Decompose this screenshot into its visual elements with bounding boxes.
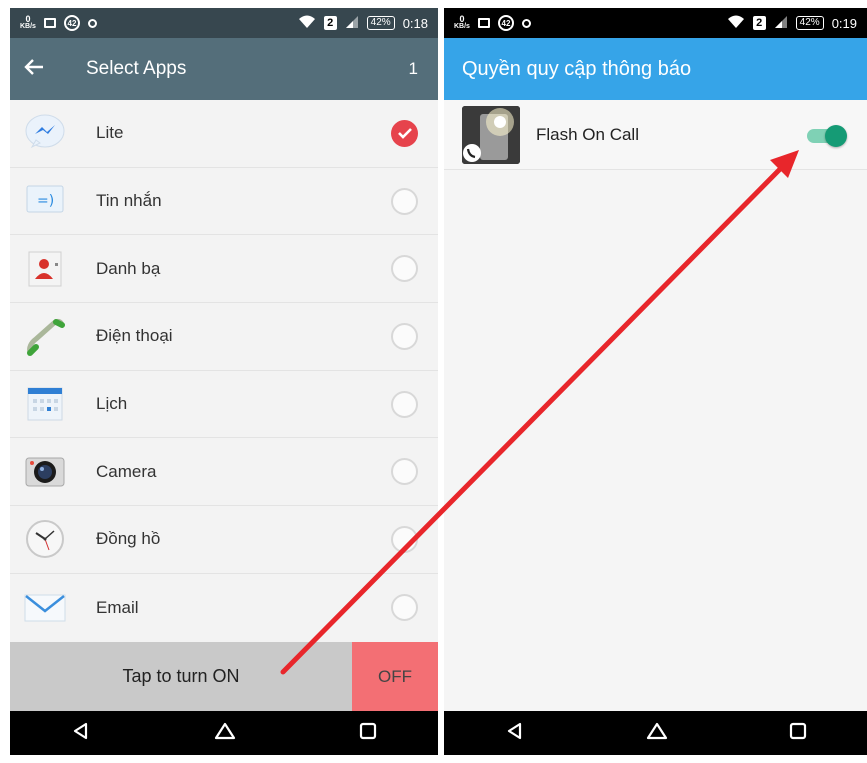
wifi-icon [298,15,316,32]
phone-icon [22,313,68,359]
sim-icon: 2 [323,16,337,30]
checkbox-unchecked[interactable] [391,458,418,486]
image-notification-icon [43,18,56,28]
app-row-email[interactable]: Email [10,574,438,642]
app-list: Lite =) Tin nhắn Danh bạ Điện thoại Lịch… [10,100,438,642]
selected-count: 1 [408,59,418,78]
app-label: Danh bạ [96,258,161,278]
app-bar: Select Apps 1 [10,38,438,100]
app-label: Email [96,597,139,617]
app-row-contacts[interactable]: Danh bạ [10,235,438,304]
permission-row-flash-on-call[interactable]: Flash On Call [444,100,867,170]
app-label: Lịch [96,394,128,414]
app-row-lite[interactable]: Lite [10,100,438,168]
app-row-messages[interactable]: =) Tin nhắn [10,168,438,236]
app-label: Đồng hồ [96,529,161,549]
checkbox-unchecked[interactable] [391,187,418,215]
sim-icon: 2 [752,16,766,30]
app-label: Camera [96,461,157,481]
checkbox-unchecked[interactable] [391,525,418,553]
app-row-clock[interactable]: Đồng hồ [10,506,438,574]
left-phone-screen: 0 KB/s 42 2 42% 0:18 Select Apps 1 Lite … [10,8,438,755]
page-title: Quyền quy cập thông báo [444,38,867,100]
back-triangle-icon[interactable] [71,721,91,746]
clock-icon [22,516,68,562]
app-row-camera[interactable]: Camera [10,438,438,507]
home-icon[interactable] [646,721,668,746]
status-bar: 0 KB/s 42 2 42% 0:18 [10,8,438,38]
app-label: Lite [96,123,124,143]
checkbox-unchecked[interactable] [391,322,418,350]
checkbox-unchecked[interactable] [391,390,418,418]
notification-count-icon: 42 [497,15,514,31]
back-triangle-icon[interactable] [505,721,525,746]
signal-icon [345,15,359,32]
app-row-phone[interactable]: Điện thoại [10,303,438,371]
right-phone-screen: 0 KB/s 42 2 42% 0:19 Quyền quy cập thông … [444,8,867,755]
checkbox-checked[interactable] [391,119,418,147]
page-title: Select Apps [86,58,187,79]
app-label: Điện thoại [96,326,173,346]
svg-text:=): =) [37,193,54,209]
checkbox-unchecked[interactable] [391,255,418,283]
back-arrow-icon[interactable] [24,56,60,82]
email-icon [22,585,68,631]
flash-on-call-app-icon [462,105,520,164]
permission-label: Flash On Call [536,124,639,144]
battery-indicator: 42% [366,16,395,30]
notification-access-toggle[interactable] [805,124,847,147]
notification-dot-icon [521,18,531,28]
wifi-icon [727,15,745,32]
notification-dot-icon [87,18,97,28]
messages-icon: =) [22,178,68,224]
calendar-icon [22,381,68,427]
signal-icon [774,15,788,32]
battery-indicator: 42% [795,16,824,30]
app-row-calendar[interactable]: Lịch [10,371,438,439]
clock-time: 0:19 [831,15,857,31]
clock-time: 0:18 [402,15,428,31]
recents-square-icon[interactable] [359,722,377,745]
toggle-bar: Tap to turn ON OFF [10,642,438,711]
home-icon[interactable] [214,721,236,746]
camera-icon [22,449,68,495]
navigation-bar [10,711,438,755]
navigation-bar [444,711,867,755]
app-label: Tin nhắn [96,191,162,211]
toggle-thumb [825,124,847,147]
checkbox-unchecked[interactable] [391,594,418,622]
off-button[interactable]: OFF [352,642,438,711]
recents-square-icon[interactable] [789,722,807,745]
notification-count-icon: 42 [63,15,80,31]
tap-to-turn-on-button[interactable]: Tap to turn ON [10,642,352,711]
contacts-icon [22,246,68,292]
network-speed-indicator: 0 KB/s [20,14,36,31]
network-speed-indicator: 0 KB/s [454,14,470,31]
status-bar: 0 KB/s 42 2 42% 0:19 [444,8,867,38]
image-notification-icon [477,18,490,28]
messenger-lite-icon [22,110,68,156]
